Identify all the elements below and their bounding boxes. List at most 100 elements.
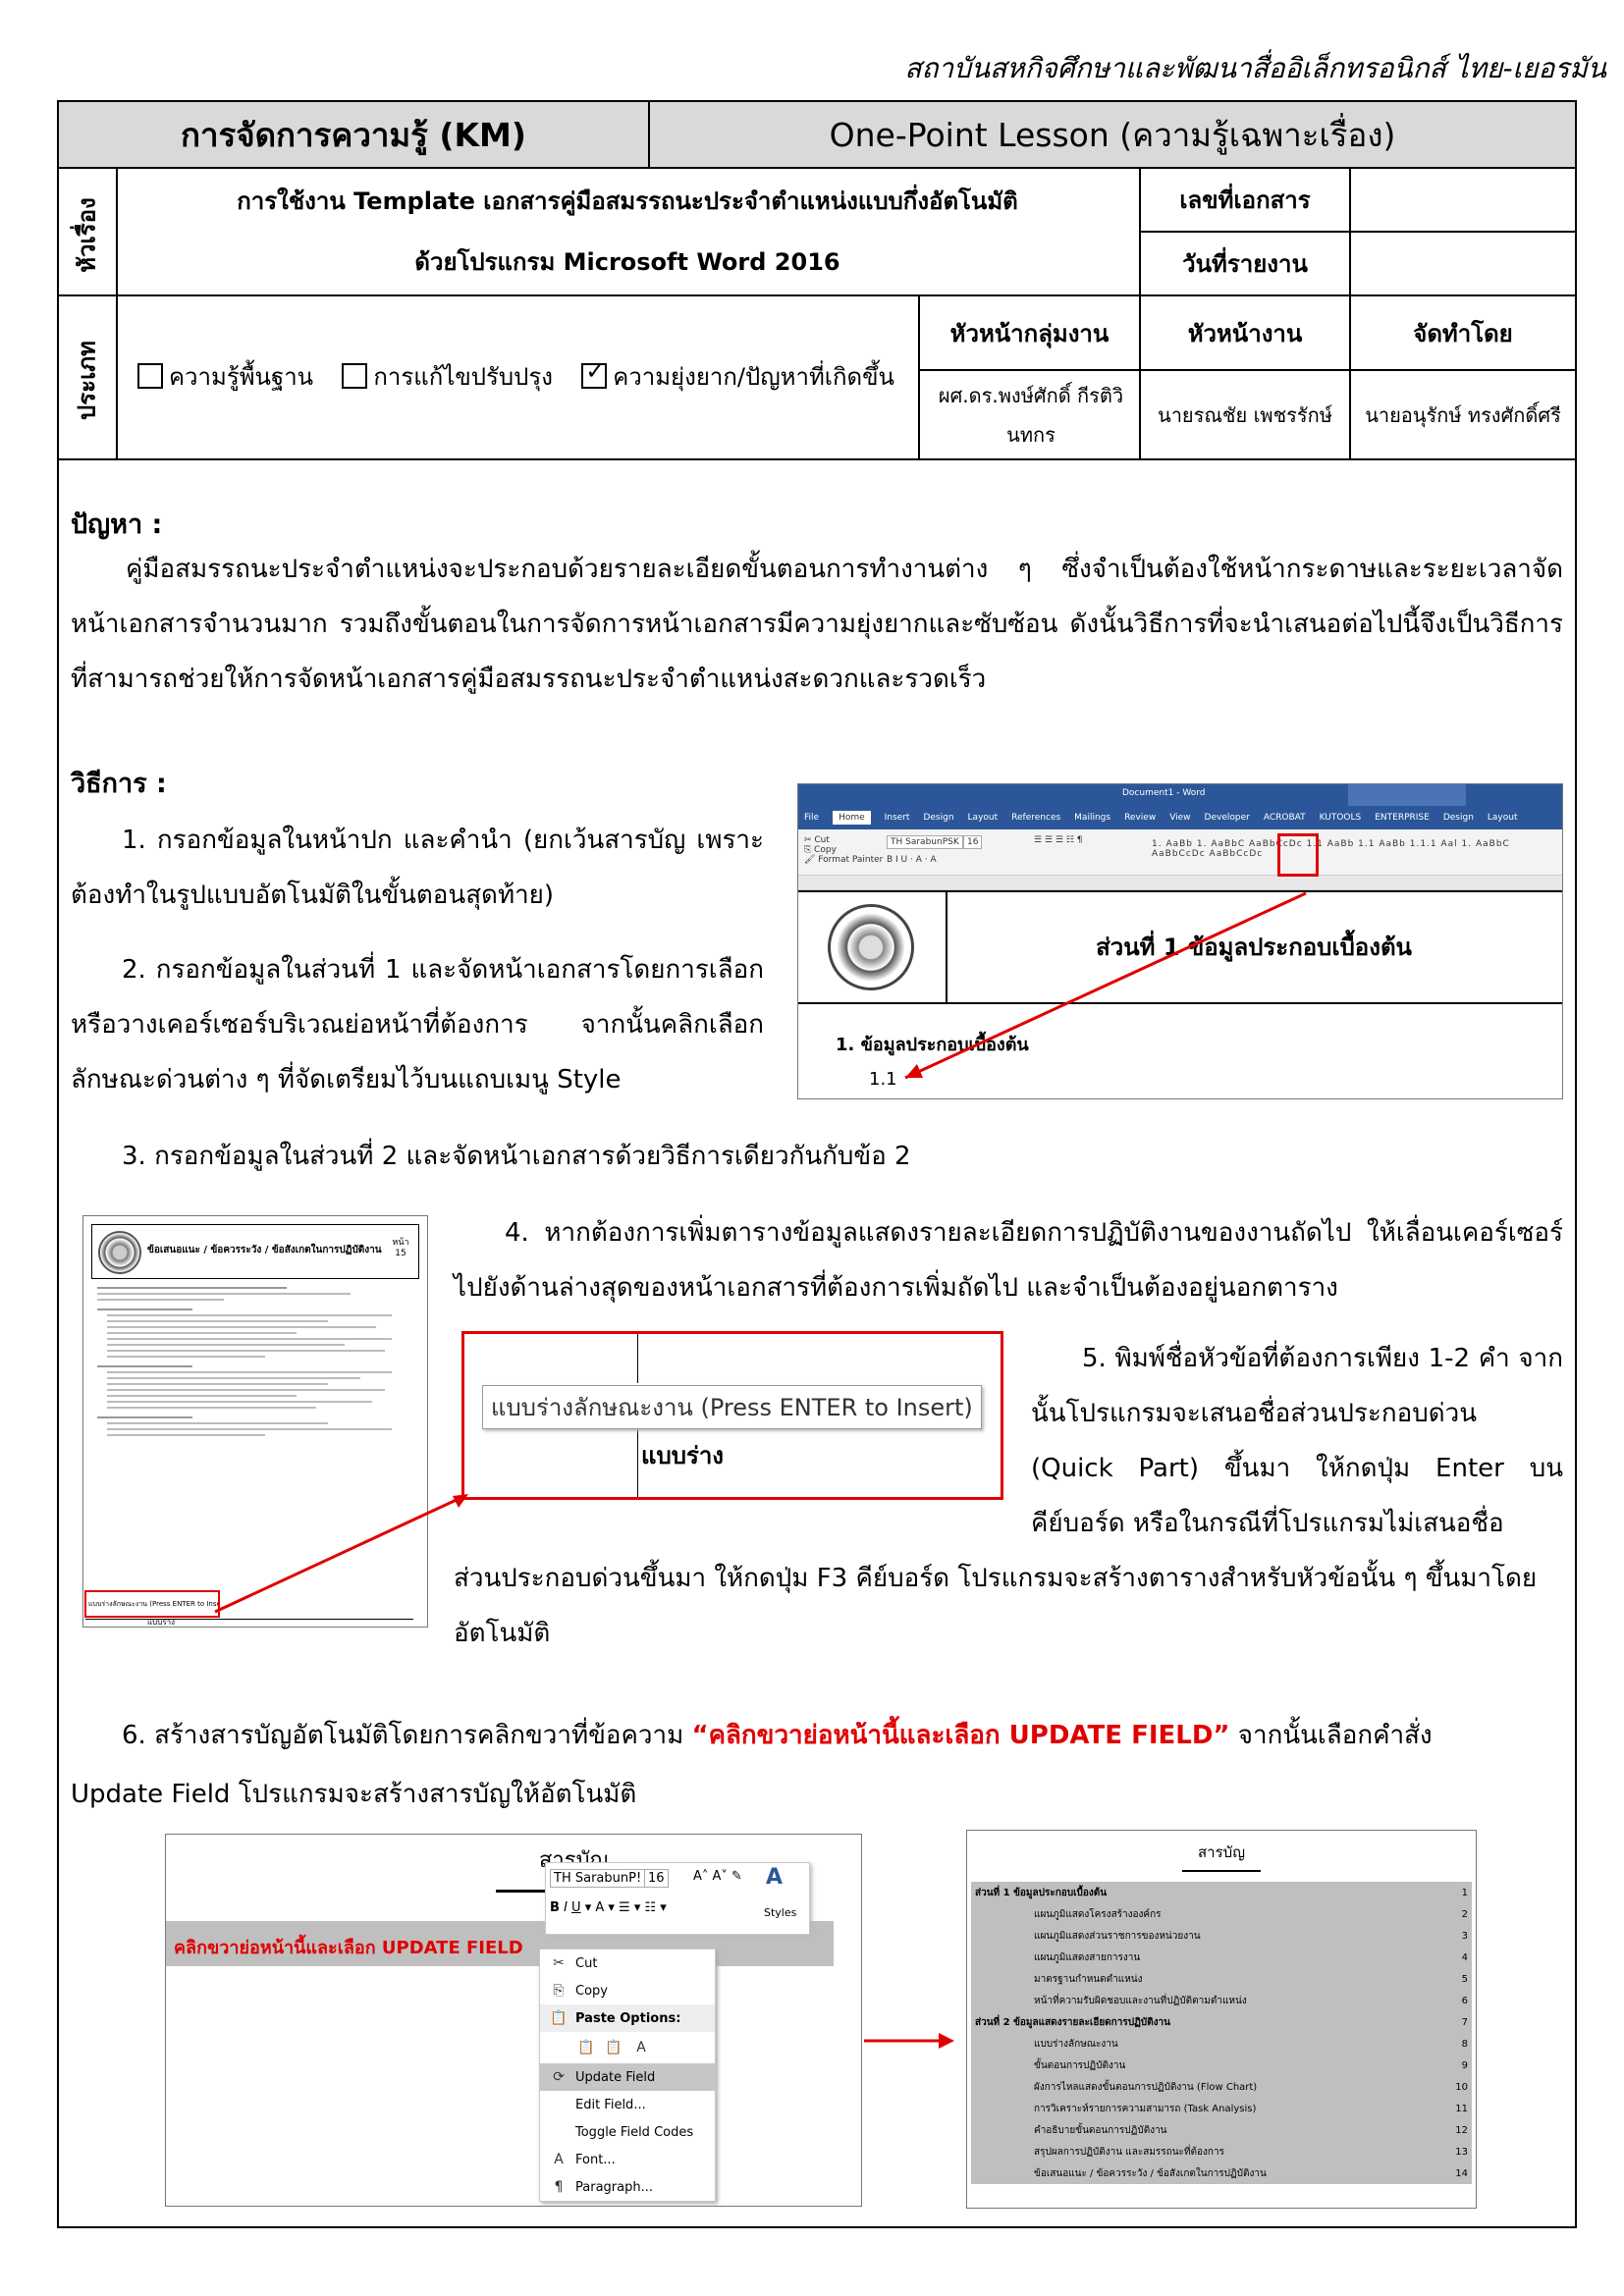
option-basic: ความรู้พื้นฐาน <box>169 363 314 391</box>
method-heading: วิธีการ : <box>71 769 167 799</box>
toc-row-page: 1 <box>1461 1887 1468 1898</box>
toc-row-title: แผนภูมิแสดงโครงสร้างองค์กร <box>1034 1908 1162 1920</box>
arrow-style-to-heading <box>904 891 1307 1080</box>
toc-row-title: ส่วนที่ 2 ข้อมูลแสดงรายละเอียดการปฏิบัติ… <box>975 2016 1170 2028</box>
toc-row: สรุปผลการปฏิบัติงาน และสมรรถนะที่ต้องการ… <box>971 2141 1472 2163</box>
menu-paragraph-label: Paragraph... <box>575 2179 653 2195</box>
problem-text: คู่มือสมรรถนะประจำตำแหน่งจะประกอบด้วยราย… <box>71 555 1563 694</box>
toc-row-page: 10 <box>1455 2081 1468 2093</box>
menu-paragraph[interactable]: ¶ Paragraph... <box>540 2173 715 2201</box>
toc-row-page: 11 <box>1455 2103 1468 2114</box>
mini-font-box[interactable]: TH SarabunP! <box>550 1869 646 1888</box>
thumb-seal-icon <box>98 1231 141 1274</box>
menu-toggle-label: Toggle Field Codes <box>575 2124 694 2140</box>
toc-row-page: 2 <box>1461 1908 1468 1920</box>
head-work-label: หัวหน้างาน <box>1187 319 1303 347</box>
toc-row-title: ขั้นตอนการปฏิบัติงาน <box>1034 2059 1126 2071</box>
checkbox-improvement[interactable] <box>342 363 368 389</box>
thumb-typed: แบบร่าง <box>147 1618 176 1627</box>
paste-text-icon[interactable]: A <box>630 2040 652 2056</box>
menu-copy[interactable]: ⎘ Copy <box>540 1977 715 2004</box>
toc-row: การวิเคราะห์รายการความสามารถ (Task Analy… <box>971 2098 1472 2119</box>
step-5a: 5. พิมพ์ชื่อหัวข้อที่ต้องการเพียง 1-2 คำ… <box>1031 1344 1563 1538</box>
toc-row: ข้อเสนอแนะ / ข้อควรระวัง / ข้อสังเกตในกา… <box>971 2163 1472 2184</box>
step-4: 4. หากต้องการเพิ่มตารางข้อมูลแสดงรายละเอ… <box>454 1218 1563 1303</box>
menu-font-label: Font... <box>575 2152 616 2167</box>
paste-icon: 📋 <box>550 2010 568 2026</box>
toc-row: ส่วนที่ 2 ข้อมูลแสดงรายละเอียดการปฏิบัติ… <box>971 2011 1472 2033</box>
toc-row-page: 9 <box>1461 2059 1468 2071</box>
toc-row-title: ข้อเสนอแนะ / ข้อควรระวัง / ข้อสังเกตในกา… <box>1034 2167 1267 2179</box>
toc-row-page: 6 <box>1461 1995 1468 2006</box>
checkbox-basic-knowledge[interactable] <box>137 363 163 389</box>
toc-row-title: คำอธิบายขั้นตอนการปฏิบัติงาน <box>1034 2124 1167 2136</box>
toc-row: คำอธิบายขั้นตอนการปฏิบัติงาน 12 <box>971 2119 1472 2141</box>
toc-row-page: 3 <box>1461 1930 1468 1942</box>
toc-row-title: ผังการไหลแสดงขั้นตอนการปฏิบัติงาน (Flow … <box>1034 2081 1258 2093</box>
toc-row: ส่วนที่ 1 ข้อมูลประกอบเบื้องต้น 1 <box>971 1882 1472 1903</box>
step-6-pre: 6. สร้างสารบัญอัตโนมัติโดยการคลิกขวาที่ข… <box>122 1721 692 1750</box>
quick-part-popup[interactable]: แบบร่างลักษณะงาน (Press ENTER to Insert) <box>482 1385 982 1429</box>
head-group-name: ผศ.ดร.พงษ์ศักดิ์ กีรติวินทกร <box>938 383 1124 447</box>
paragraph-icon: ¶ <box>554 2179 564 2195</box>
toc-row-page: 5 <box>1461 1973 1468 1985</box>
menu-cut[interactable]: ✂ Cut <box>540 1949 715 1977</box>
toc-row: แผนภูมิแสดงสายการงาน 4 <box>971 1947 1472 1968</box>
topic-line-1: การใช้งาน Template เอกสารคู่มือสมรรถนะปร… <box>237 187 1018 215</box>
toc-row-title: การวิเคราะห์รายการความสามารถ (Task Analy… <box>1034 2103 1257 2114</box>
styles-icon[interactable]: A <box>766 1865 783 1890</box>
thumb-title: ข้อเสนอแนะ / ข้อควรระวัง / ข้อสังเกตในกา… <box>147 1245 382 1255</box>
toc-row-title: มาตรฐานกำหนดตำแหน่ง <box>1034 1973 1143 1985</box>
menu-edit-field[interactable]: Edit Field... <box>540 2091 715 2118</box>
toc-row: ขั้นตอนการปฏิบัติงาน 9 <box>971 2055 1472 2076</box>
toc-row: แบบร่างลักษณะงาน 8 <box>971 2033 1472 2055</box>
km-title: การจัดการความรู้ (KM) <box>181 115 526 154</box>
toc-row-page: 4 <box>1461 1951 1468 1963</box>
mini-toolbar: TH SarabunP! 16 A˄ A˅ ✎ A B I U ▾ A ▾ ☰ … <box>545 1862 810 1935</box>
step-5b: ส่วนประกอบด่วนขึ้นมา ให้กดปุ่ม F3 คีย์บอ… <box>454 1564 1538 1648</box>
paste-keep-icon[interactable]: 📋 <box>575 2040 597 2056</box>
topic-label: หัวเรื่อง <box>73 197 101 273</box>
doc-no-value <box>1351 169 1575 231</box>
update-field-icon: ⟳ <box>553 2069 565 2085</box>
topic-line-2: ด้วยโปรแกรม Microsoft Word 2016 <box>414 247 840 276</box>
menu-paste-label: Paste Options: <box>575 2010 681 2026</box>
font-icon: A <box>554 2152 564 2167</box>
menu-update-field[interactable]: ⟳ Update Field <box>540 2063 715 2091</box>
typed-text: แบบร่าง <box>641 1442 725 1469</box>
arrow-to-result <box>864 2033 954 2049</box>
mini-size-box[interactable]: 16 <box>644 1869 669 1888</box>
toc-row-page: 7 <box>1461 2016 1468 2028</box>
step-6-highlight: “คลิกขวาย่อหน้านี้และเลือก UPDATE FIELD” <box>691 1721 1230 1750</box>
thumb-page: หน้า 15 <box>392 1238 409 1258</box>
screenshot-context-menu: สารบัญ คลิกขวาย่อหน้านี้และเลือก UPDATE … <box>165 1834 862 2207</box>
copy-icon: ⎘ <box>553 1983 565 1999</box>
toc-row-page: 8 <box>1461 2038 1468 2050</box>
scissors-icon: ✂ <box>553 1955 565 1971</box>
toc-row-page: 12 <box>1455 2124 1468 2136</box>
thumb-note: แบบร่างลักษณะงาน (Press ENTER to Insert) <box>84 1590 220 1618</box>
prepared-by-name: นายอนุรักษ์ ทรงศักดิ์ศรี <box>1365 402 1561 427</box>
toc-row-page: 14 <box>1455 2167 1468 2179</box>
paste-option-icons[interactable]: 📋 📋 A <box>540 2032 715 2063</box>
opl-title: One-Point Lesson (ความรู้เฉพาะเรื่อง) <box>829 115 1396 154</box>
toc-row-title: หน้าที่ความรับผิดชอบและงานที่ปฏิบัติตามต… <box>1034 1995 1247 2006</box>
toc-row: มาตรฐานกำหนดตำแหน่ง 5 <box>971 1968 1472 1990</box>
toc-row-title: สรุปผลการปฏิบัติงาน และสมรรถนะที่ต้องการ <box>1034 2146 1224 2158</box>
step-2: 2. กรอกข้อมูลในส่วนที่ 1 และจัดหน้าเอกสา… <box>71 955 764 1095</box>
menu-edit-label: Edit Field... <box>575 2097 646 2112</box>
toc-row-title: แบบร่างลักษณะงาน <box>1034 2038 1118 2050</box>
toc-list: ส่วนที่ 1 ข้อมูลประกอบเบื้องต้น 1 แผนภูมิแ… <box>971 1882 1472 2184</box>
update-field-text[interactable]: คลิกขวาย่อหน้านี้และเลือก UPDATE FIELD <box>174 1933 523 1961</box>
checkbox-difficulty[interactable] <box>581 357 608 389</box>
paste-merge-icon[interactable]: 📋 <box>603 2040 624 2056</box>
menu-toggle-codes[interactable]: Toggle Field Codes <box>540 2118 715 2146</box>
option-improvement: การแก้ไขปรับปรุง <box>373 363 553 391</box>
institute-name: สถาบันสหกิจศึกษาและพัฒนาสื่ออิเล็กทรอนิก… <box>904 52 1606 84</box>
styles-label[interactable]: Styles <box>764 1906 796 1919</box>
screenshot-quick-part: แบบร่างลักษณะงาน (Press ENTER to Insert)… <box>461 1331 1003 1500</box>
prepared-by-label: จัดทำโดย <box>1413 319 1513 347</box>
menu-font[interactable]: A Font... <box>540 2146 715 2173</box>
step-3: 3. กรอกข้อมูลในส่วนที่ 2 และจัดหน้าเอกสา… <box>122 1142 911 1171</box>
context-menu: ✂ Cut ⎘ Copy 📋 Paste Options: 📋 📋 A ⟳ Update F… <box>539 1949 716 2202</box>
